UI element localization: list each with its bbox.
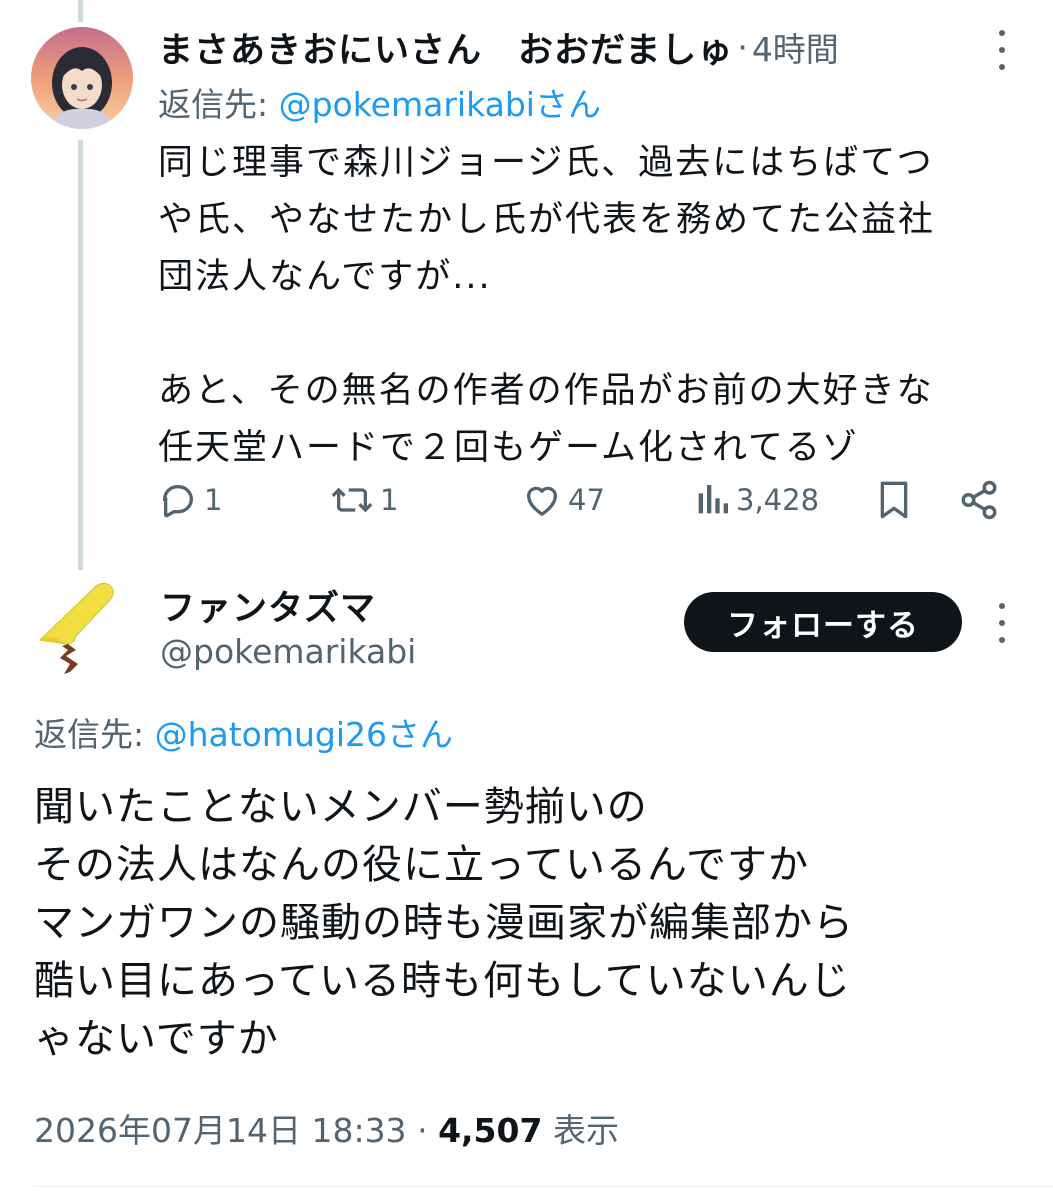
user-handle[interactable]: @pokemarikabi — [160, 632, 416, 671]
avatar[interactable] — [31, 27, 133, 129]
divider — [34, 1186, 1053, 1187]
bookmark-button[interactable] — [874, 472, 914, 528]
tweet-time[interactable]: 4時間 — [752, 23, 839, 71]
reply-to-line: 返信先: @hatomugi26さん — [34, 708, 453, 756]
reply-to-line: 返信先: @pokemarikabiさん — [158, 78, 601, 126]
repost-icon — [331, 487, 373, 513]
separator-dot: · — [417, 1111, 428, 1150]
action-bar: 1 1 47 3,428 — [158, 472, 1003, 528]
tweet-paragraph: 同じ理事で森川ジョージ氏、過去にはちばてつ や氏、やなせたかし氏が代表を務めてた… — [158, 143, 936, 297]
view-count: 4,507 — [438, 1111, 543, 1150]
tweet-header: まさあきおにいさん おおだましゅ · 4時間 — [158, 22, 839, 72]
reply-icon — [162, 485, 194, 518]
separator-dot: · — [737, 27, 748, 67]
more-icon[interactable] — [996, 603, 1008, 643]
share-icon — [961, 480, 997, 520]
bookmark-icon — [880, 481, 908, 519]
tweet-thread: まさあきおにいさん おおだましゅ · 4時間 返信先: @pokemarikab… — [0, 0, 1053, 1200]
reply-count: 1 — [204, 483, 223, 517]
repost-button[interactable]: 1 — [330, 472, 398, 528]
repost-count: 1 — [380, 483, 399, 517]
tweet-timestamp[interactable]: 2026年07月14日 18:33 — [34, 1111, 407, 1150]
like-icon — [527, 486, 557, 516]
follow-button[interactable]: フォローする — [684, 592, 962, 652]
view-count: 3,428 — [736, 483, 820, 517]
tweet-paragraph: あと、その無名の作者の作品がお前の大好きな 任天堂ハードで２回もゲーム化されてる… — [158, 371, 934, 468]
reply-to-link[interactable]: @pokemarikabiさん — [279, 85, 601, 124]
tweet-text: 同じ理事で森川ジョージ氏、過去にはちばてつ や氏、やなせたかし氏が代表を務めてた… — [158, 135, 1028, 477]
reply-prefix: 返信先: — [34, 715, 155, 754]
share-button[interactable] — [958, 472, 1000, 528]
display-name[interactable]: ファンタズマ — [160, 580, 376, 631]
views-icon — [698, 485, 728, 514]
tweet-meta: 2026年07月14日 18:33 · 4,507 表示 — [34, 1104, 619, 1152]
more-icon[interactable] — [996, 30, 1008, 70]
display-name[interactable]: まさあきおにいさん おおだましゅ — [158, 22, 733, 73]
views-button[interactable]: 3,428 — [694, 472, 819, 528]
reply-button[interactable]: 1 — [158, 472, 222, 528]
reply-to-link[interactable]: @hatomugi26さん — [155, 715, 453, 754]
reply-prefix: 返信先: — [158, 85, 279, 124]
tweet-text: 聞いたことないメンバー勢揃いの その法人はなんの役に立っているんですか マンガワ… — [34, 784, 854, 1062]
view-label: 表示 — [552, 1111, 619, 1150]
like-count: 47 — [568, 483, 605, 517]
avatar[interactable] — [36, 578, 128, 680]
thread-line-top — [78, 0, 83, 22]
thread-line — [78, 140, 83, 570]
like-button[interactable]: 47 — [522, 472, 605, 528]
